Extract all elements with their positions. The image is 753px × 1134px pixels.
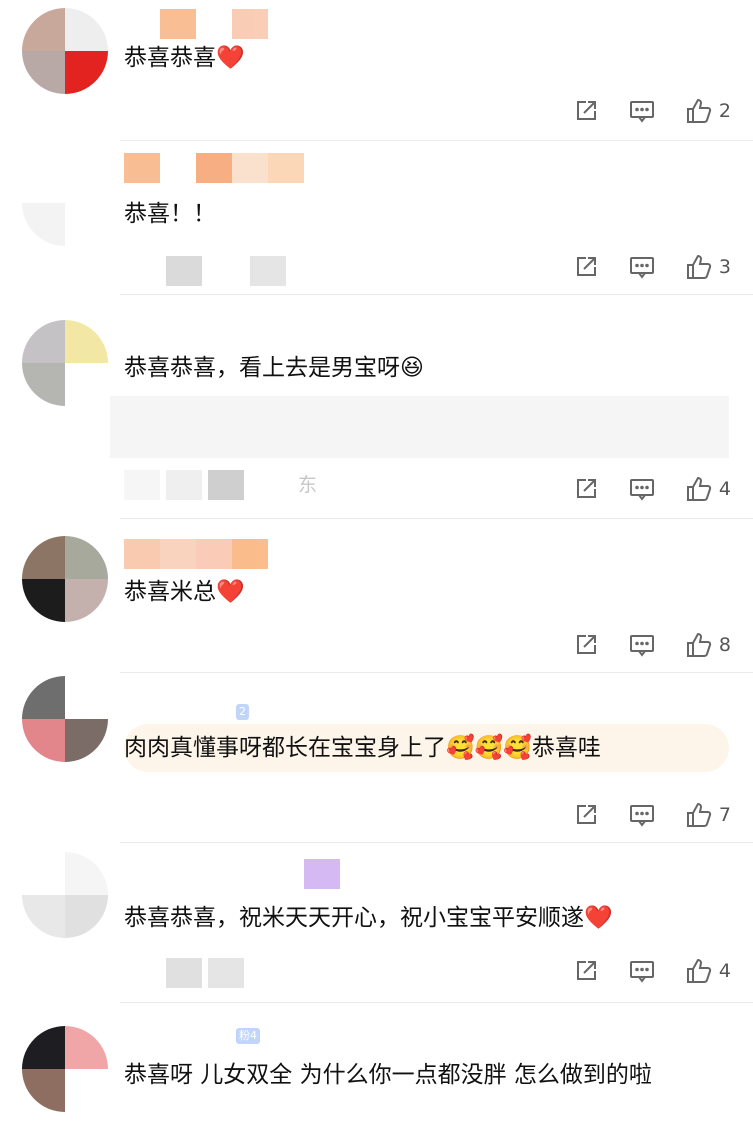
divider: [120, 672, 753, 673]
comment-text: 恭喜恭喜，祝米天天开心，祝小宝宝平安顺遂❤️: [124, 905, 613, 931]
comment-icon: [629, 635, 654, 657]
avatar[interactable]: [22, 8, 108, 94]
thumbs-up-icon: [686, 476, 712, 501]
comment-meta: [124, 958, 244, 988]
reply-button[interactable]: [629, 632, 655, 658]
like-count: 7: [718, 804, 731, 826]
share-icon: [576, 257, 596, 276]
share-icon: [576, 479, 596, 498]
comment-actions: 7: [573, 800, 731, 830]
like-count: 4: [718, 478, 731, 500]
reply-button[interactable]: [629, 98, 655, 124]
share-icon: [576, 961, 596, 980]
share-button[interactable]: [573, 476, 599, 502]
like-count: 4: [718, 960, 731, 982]
divider: [120, 140, 753, 141]
comment-text: 恭喜呀 儿女双全 为什么你一点都没胖 怎么做到的啦: [124, 1062, 652, 1088]
username[interactable]: 粉4: [124, 1018, 260, 1054]
comment-text: 恭喜恭喜❤️: [124, 45, 245, 71]
share-button[interactable]: [573, 254, 599, 280]
quoted-reply[interactable]: [110, 396, 729, 458]
comment-meta: 东: [124, 470, 317, 500]
like-count: 8: [718, 634, 731, 656]
comment-icon: [629, 101, 654, 123]
thumbs-up-icon: [686, 958, 712, 983]
avatar[interactable]: [22, 160, 108, 246]
comment-actions: 4: [573, 474, 731, 504]
username[interactable]: [124, 6, 268, 42]
like-button[interactable]: 7: [685, 801, 731, 829]
comment-meta: [124, 256, 286, 286]
comment-icon: [629, 805, 654, 827]
comment-icon: [629, 479, 654, 501]
reply-button[interactable]: [629, 802, 655, 828]
share-icon: [576, 635, 596, 654]
share-button[interactable]: [573, 802, 599, 828]
comment-text: 恭喜恭喜，看上去是男宝呀😆: [124, 355, 424, 381]
username[interactable]: [124, 150, 304, 186]
avatar[interactable]: [22, 320, 108, 406]
avatar[interactable]: [22, 536, 108, 622]
share-button[interactable]: [573, 98, 599, 124]
reply-button[interactable]: [629, 254, 655, 280]
avatar[interactable]: [22, 1026, 108, 1112]
avatar[interactable]: [22, 852, 108, 938]
comment-icon: [629, 257, 654, 279]
divider: [120, 842, 753, 843]
comment-text: 恭喜！！: [124, 201, 216, 227]
share-icon: [576, 101, 596, 120]
comment-icon: [629, 961, 654, 983]
thumbs-up-icon: [686, 98, 712, 123]
share-button[interactable]: [573, 632, 599, 658]
thumbs-up-icon: [686, 632, 712, 657]
like-button[interactable]: 2: [685, 97, 731, 125]
reply-button[interactable]: [629, 958, 655, 984]
divider: [120, 294, 753, 295]
like-count: 2: [718, 100, 731, 122]
thumbs-up-icon: [686, 254, 712, 279]
fan-badge: 2: [236, 704, 249, 720]
username[interactable]: [124, 536, 268, 572]
comment-actions: 2: [573, 96, 731, 126]
username[interactable]: [124, 310, 160, 346]
like-button[interactable]: 8: [685, 631, 731, 659]
comment-text: 肉肉真懂事呀都长在宝宝身上了🥰🥰🥰恭喜哇: [124, 735, 601, 761]
like-count: 3: [718, 256, 731, 278]
thumbs-up-icon: [686, 802, 712, 827]
avatar[interactable]: [22, 676, 108, 762]
share-icon: [576, 805, 596, 824]
location-text: 东: [298, 474, 318, 496]
fan-badge: 粉4: [236, 1028, 260, 1044]
like-button[interactable]: 4: [685, 475, 731, 503]
divider: [120, 518, 753, 519]
username[interactable]: [124, 856, 340, 892]
like-button[interactable]: 3: [685, 253, 731, 281]
comment-actions: 4: [573, 956, 731, 986]
divider: [120, 1002, 753, 1003]
share-button[interactable]: [573, 958, 599, 984]
comment-actions: 3: [573, 252, 731, 282]
comment-text: 恭喜米总❤️: [124, 579, 245, 605]
reply-button[interactable]: [629, 476, 655, 502]
like-button[interactable]: 4: [685, 957, 731, 985]
comment-actions: 8: [573, 630, 731, 660]
